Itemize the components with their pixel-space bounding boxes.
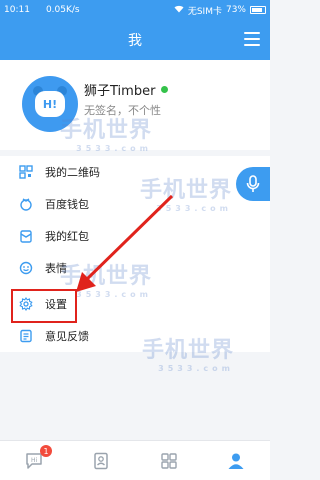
menu-item-label: 我的二维码 xyxy=(45,166,100,179)
status-speed: 0.05K/s xyxy=(45,5,80,15)
highlight-box xyxy=(11,289,77,323)
avatar-text: H! xyxy=(35,91,65,117)
tab-chat[interactable]: Hi 1 xyxy=(0,441,68,480)
title-bar: 我 xyxy=(0,20,270,60)
menu-item-qr-code[interactable]: 我的二维码 xyxy=(0,156,270,188)
red-envelope-icon xyxy=(19,229,33,243)
profile-name: 狮子Timber xyxy=(84,84,156,99)
tab-apps[interactable] xyxy=(135,441,203,480)
menu-item-emoji[interactable]: 表情 xyxy=(0,252,270,284)
voice-input-button[interactable] xyxy=(236,167,270,201)
profile-signature: 无签名，不个性 xyxy=(84,104,161,117)
status-battery-percent: 73% xyxy=(225,5,246,15)
apps-grid-icon xyxy=(161,452,177,469)
menu-item-label: 百度钱包 xyxy=(45,198,89,211)
microphone-icon xyxy=(246,175,260,192)
contacts-icon xyxy=(94,452,108,469)
battery-icon xyxy=(250,6,266,14)
menu-item-label: 我的红包 xyxy=(45,230,89,243)
menu-item-red-envelope[interactable]: 我的红包 xyxy=(0,220,270,252)
profile-name-row: 狮子Timber xyxy=(84,80,169,99)
tab-me[interactable] xyxy=(203,441,271,480)
status-bar: 10:11 0.05K/s 无SIM卡 73% xyxy=(0,0,270,20)
profile-card[interactable]: H! 狮子Timber 无签名，不个性 xyxy=(0,60,270,150)
wifi-icon xyxy=(174,5,184,16)
bottom-tab-bar: Hi 1 xyxy=(0,440,270,480)
online-status-icon xyxy=(161,86,169,93)
watermark-sub: 3533.com xyxy=(158,364,235,373)
tab-contacts[interactable] xyxy=(68,441,136,480)
svg-text:Hi: Hi xyxy=(31,457,38,464)
avatar[interactable]: H! xyxy=(22,76,78,132)
menu-item-label: 意见反馈 xyxy=(45,330,89,343)
menu-item-feedback[interactable]: 意见反馈 xyxy=(0,320,270,352)
status-time: 10:11 xyxy=(4,5,30,15)
emoji-icon xyxy=(19,261,33,275)
qr-code-icon xyxy=(19,165,33,179)
status-carrier: 无SIM卡 xyxy=(187,6,222,17)
hamburger-icon[interactable] xyxy=(244,32,260,46)
feedback-icon xyxy=(19,329,33,343)
wallet-icon xyxy=(19,197,33,211)
menu-item-wallet[interactable]: 百度钱包 xyxy=(0,188,270,220)
page-title: 我 xyxy=(128,33,142,49)
menu-item-label: 表情 xyxy=(45,262,67,275)
me-icon xyxy=(228,453,244,469)
unread-badge: 1 xyxy=(40,445,52,457)
